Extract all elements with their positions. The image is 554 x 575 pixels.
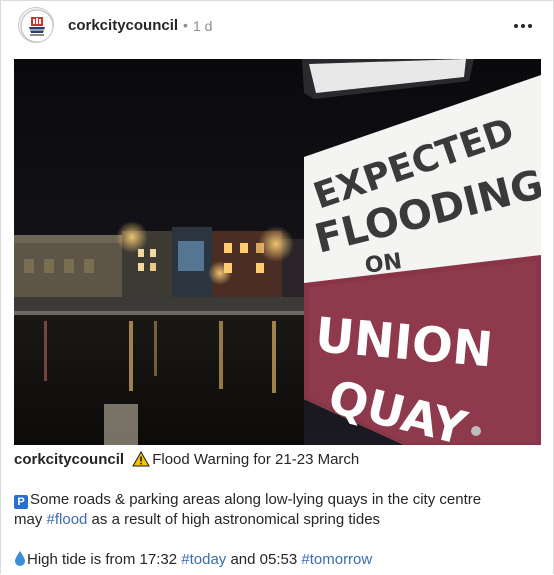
caption-para1-pre: may [14,511,47,528]
hashtag-flood[interactable]: #flood [47,511,88,528]
post-header: corkcitycouncil • 1 d [0,0,554,54]
header-username[interactable]: corkcitycouncil [68,17,178,34]
post-time[interactable]: 1 d [193,18,212,34]
avatar[interactable] [18,7,54,43]
caption-para2-pre: High tide is from 17:32 [27,551,182,568]
parking-icon: P [14,495,28,509]
caption-para1-a: Some roads & parking areas along low-lyi… [30,491,482,508]
caption-para2-mid: and 05:53 [226,551,302,568]
more-horizontal-icon [514,24,518,28]
caption-title: Flood Warning for 21-23 March [152,451,360,468]
hashtag-today[interactable]: #today [181,551,226,568]
caption-para1-post: as a result of high astronomical spring … [87,511,381,528]
council-crest-icon [20,9,53,42]
caption-line-title: corkcitycouncil Flood Warning for 21-23 … [14,450,359,473]
separator-dot: • [183,17,188,33]
warning-icon [132,450,151,473]
caption-line-para1a: P Some roads & parking areas along low-ly… [14,490,481,510]
caption-line-para1b: may #flood as a result of high astronomi… [14,510,380,530]
caption-username[interactable]: corkcitycouncil [14,451,124,468]
more-dot [528,24,532,28]
droplet-icon [14,550,26,572]
sign-text-on: ON [363,249,403,279]
post-image[interactable]: EXPECTED FLOODING ON UNION QUAY [14,59,541,445]
hashtag-tomorrow[interactable]: #tomorrow [301,551,372,568]
flood-sign-photo: EXPECTED FLOODING ON UNION QUAY [14,59,541,445]
caption-line-para2: High tide is from 17:32 #today and 05:53… [14,550,372,572]
more-options-button[interactable] [514,16,532,36]
more-dot [521,24,525,28]
